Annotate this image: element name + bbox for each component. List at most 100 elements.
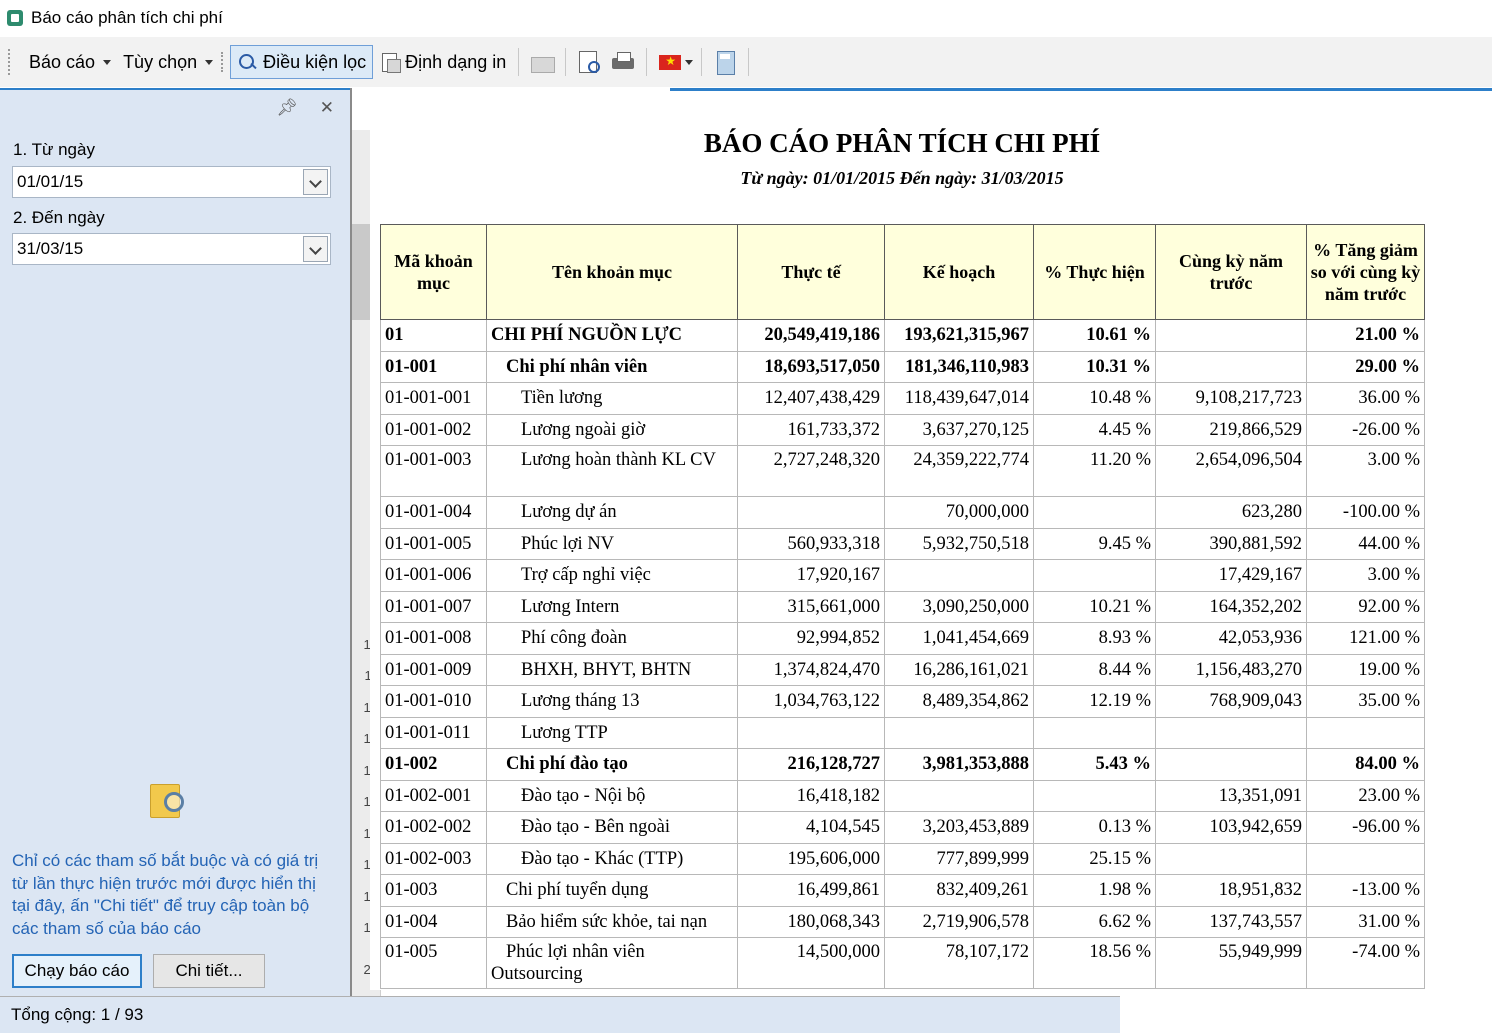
cell-prev: 2,654,096,504 [1155,445,1307,497]
cell-actual: 1,034,763,122 [737,685,885,718]
cell-prev [1155,842,1307,875]
cell-code: 01-002 [380,748,487,781]
options-menu[interactable]: Tùy chọn [117,45,219,79]
cell-actual: 20,549,419,186 [737,319,885,352]
printer-icon[interactable] [610,49,636,75]
cell-prev [1155,716,1307,749]
cell-name: Đào tạo - Nội bộ [486,779,738,812]
from-date-field[interactable]: 01/01/15 [12,166,331,198]
cell-code: 01-001-009 [380,653,487,686]
table-row[interactable]: 01-001-006 Trợ cấp nghỉ việc 17,920,167 17,… [380,559,1425,592]
cell-change: -100.00 % [1306,496,1425,529]
table-row[interactable]: 01-001-003 Lương hoàn thành KL CV 2,727,24… [380,445,1425,497]
table-row[interactable]: 01-001-005 Phúc lợi NV 560,933,318 5,932,75… [380,527,1425,560]
cell-pct: 10.61 % [1033,319,1156,352]
table-row[interactable]: 01-002-001 Đào tạo - Nội bộ 16,418,182 13,3… [380,779,1425,812]
cell-change: 84.00 % [1306,748,1425,781]
cell-name: Lương ngoài giờ [486,413,738,446]
cell-actual: 216,128,727 [737,748,885,781]
window-title: Báo cáo phân tích chi phí [31,8,223,27]
cell-plan: 777,899,999 [884,842,1034,875]
calculator-icon[interactable] [712,49,738,75]
cell-name: Chi phí nhân viên [486,350,738,383]
cell-pct: 11.20 % [1033,445,1156,497]
cell-plan: 181,346,110,983 [884,350,1034,383]
report-tab-indicator [670,88,1492,91]
cell-name: Bảo hiểm sức khỏe, tai nạn [486,905,738,938]
table-row[interactable]: 01-001-007 Lương Intern 315,661,000 3,090,2… [380,590,1425,623]
to-date-field[interactable]: 31/03/15 [12,233,331,265]
cell-plan [884,779,1034,812]
open-folder-icon[interactable] [529,49,556,75]
cell-prev: 42,053,936 [1155,622,1307,655]
table-row[interactable]: 01-001-011 Lương TTP [380,716,1425,749]
cell-change: 35.00 % [1306,685,1425,718]
table-row[interactable]: 01-004 Bảo hiểm sức khỏe, tai nạn 180,068,… [380,905,1425,938]
cell-actual: 560,933,318 [737,527,885,560]
cell-prev: 137,743,557 [1155,905,1307,938]
filter-search-icon [237,51,259,73]
cell-actual: 180,068,343 [737,905,885,938]
filter-panel: 📌︎ ✕ 1. Từ ngày 01/01/15 2. Đến ngày 31/… [0,88,350,998]
table-row[interactable]: 01-002 Chi phí đào tạo 216,128,727 3,981,35… [380,748,1425,781]
table-row[interactable]: 01-005 Phúc lợi nhân viên Outsourcing 14,5… [380,937,1425,989]
cell-change: 3.00 % [1306,445,1425,497]
report-title: BÁO CÁO PHÂN TÍCH CHI PHÍ [703,128,1101,158]
table-row[interactable]: 01-002-002 Đào tạo - Bên ngoài 4,104,545 3,… [380,811,1425,844]
toolbar-separator [565,48,567,76]
table-row[interactable]: 01-001-004 Lương dự án 70,000,000 623,280 -1… [380,496,1425,529]
table-row[interactable]: 01-001-002 Lương ngoài giờ 161,733,372 3,63… [380,413,1425,446]
language-menu[interactable] [653,45,695,79]
cell-name: CHI PHÍ NGUỒN LỰC [486,319,738,352]
cell-plan: 3,637,270,125 [884,413,1034,446]
run-report-button[interactable]: Chạy báo cáo [12,954,142,988]
cell-pct: 10.31 % [1033,350,1156,383]
cell-pct [1033,716,1156,749]
col-header-percent: % Thực hiện [1033,224,1156,320]
filter-button-label: Điều kiện lọc [263,51,367,72]
print-format-button[interactable]: Định dạng in [373,45,512,79]
vietnam-flag-icon [659,54,682,70]
table-row[interactable]: 01-002-003 Đào tạo - Khác (TTP) 195,606,00… [380,842,1425,875]
col-header-actual: Thực tế [737,224,885,320]
print-preview-icon[interactable] [576,49,602,75]
cell-prev [1155,350,1307,383]
table-row[interactable]: 01-001-009 BHXH, BHYT, BHTN 1,374,824,470 1… [380,653,1425,686]
report-menu[interactable]: Báo cáo [23,45,117,79]
cell-plan: 3,981,353,888 [884,748,1034,781]
table-row[interactable]: 01-001 Chi phí nhân viên 18,693,517,050 181… [380,350,1425,383]
detail-button[interactable]: Chi tiết... [153,954,265,988]
cell-prev: 623,280 [1155,496,1307,529]
cell-code: 01-001-004 [380,496,487,529]
cell-pct: 8.93 % [1033,622,1156,655]
table-row[interactable]: 01-001-008 Phí công đoàn 92,994,852 1,041,4… [380,622,1425,655]
table-row[interactable]: 01 CHI PHÍ NGUỒN LỰC 20,549,419,186 193,621… [380,319,1425,352]
close-icon[interactable]: ✕ [320,98,334,118]
cell-pct: 9.45 % [1033,527,1156,560]
dropdown-arrow-icon[interactable] [303,236,328,262]
filter-button[interactable]: Điều kiện lọc [230,45,374,79]
cell-actual: 17,920,167 [737,559,885,592]
toolbar: Báo cáo Tùy chọn Điều kiện lọc Định dạng… [0,37,1492,87]
cell-prev [1155,319,1307,352]
cell-actual: 315,661,000 [737,590,885,623]
cell-actual: 12,407,438,429 [737,382,885,415]
table-row[interactable]: 01-001-010 Lương tháng 13 1,034,763,122 8,4… [380,685,1425,718]
dropdown-arrow-icon[interactable] [303,169,328,195]
app-icon [7,10,23,26]
cell-actual: 92,994,852 [737,622,885,655]
col-header-previous: Cùng kỳ năm trước [1155,224,1307,320]
table-row[interactable]: 01-001-001 Tiền lương 12,407,438,429 118,43… [380,382,1425,415]
cell-actual [737,496,885,529]
print-format-icon [379,51,402,73]
cell-pct: 10.21 % [1033,590,1156,623]
cell-name: Chi phí tuyển dụng [486,874,738,907]
cell-name: Phí công đoàn [486,622,738,655]
table-row[interactable]: 01-003 Chi phí tuyển dụng 16,499,861 832,40… [380,874,1425,907]
toolbar-grip[interactable] [8,49,13,75]
report-viewer[interactable]: BÁO CÁO PHÂN TÍCH CHI PHÍ Từ ngày: 01/01… [370,92,1492,990]
from-date-value: 01/01/15 [17,172,84,191]
toolbar-separator [518,48,520,76]
cell-actual: 1,374,824,470 [737,653,885,686]
pin-icon[interactable]: 📌︎ [276,98,298,118]
